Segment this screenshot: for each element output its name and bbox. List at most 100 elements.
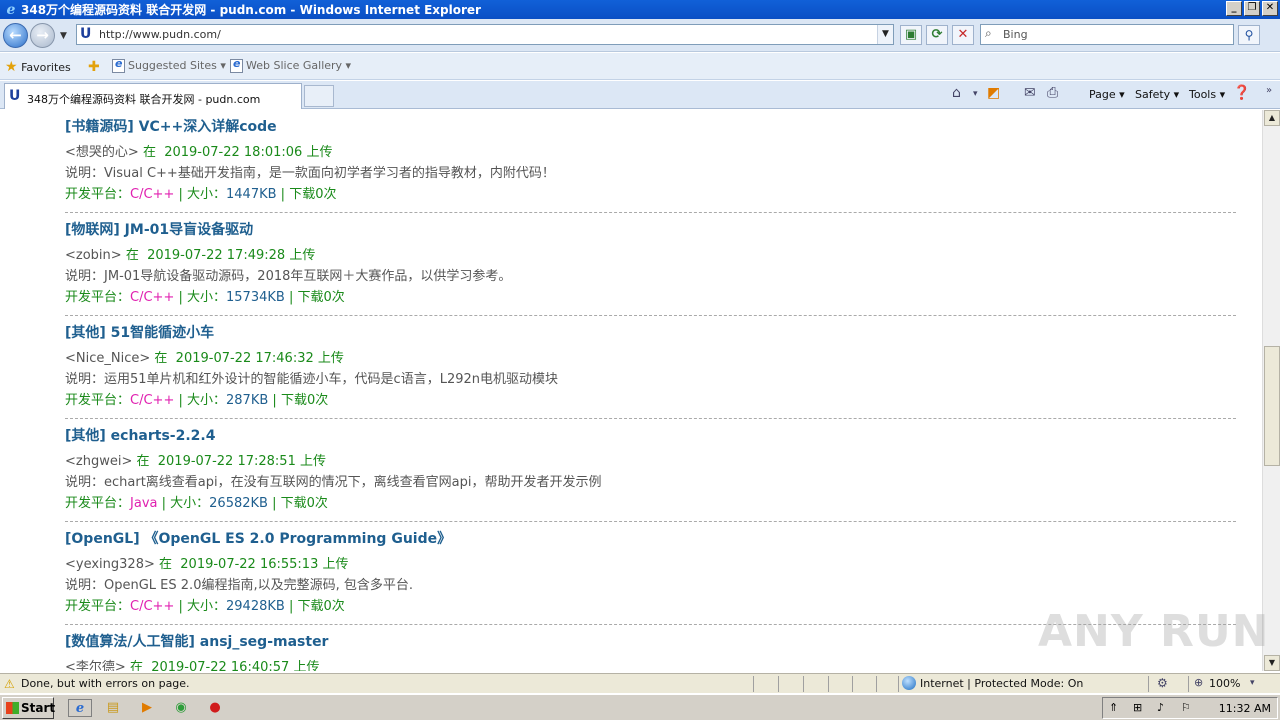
stop-icon[interactable]: ✕ (952, 25, 974, 45)
entry-name-link[interactable]: 《OpenGL ES 2.0 Programming Guide》 (144, 531, 451, 547)
security-zone[interactable]: Internet | Protected Mode: On (920, 677, 1083, 690)
entry-name-link[interactable]: echarts-2.2.4 (111, 428, 216, 444)
search-button-icon[interactable]: ⚲ (1238, 25, 1260, 45)
entry-name-link[interactable]: ansj_seg-master (200, 634, 329, 650)
tray-expand-icon[interactable]: ⇑ (1109, 701, 1118, 714)
web-slice-gallery-label: Web Slice Gallery ▾ (246, 59, 352, 72)
media-player-icon[interactable]: ▶ (138, 699, 156, 717)
ie-taskbar-icon[interactable]: e (68, 699, 92, 717)
size-label: 大小： (170, 496, 210, 511)
new-tab-button[interactable] (304, 85, 334, 107)
refresh-icon[interactable]: ⟳ (926, 25, 948, 45)
minimize-button[interactable]: _ (1226, 1, 1242, 16)
entry-category-link[interactable]: [其他] (65, 325, 106, 341)
action-center-flag-icon[interactable]: ⚐ (1181, 701, 1191, 714)
status-bar: ⚠ Done, but with errors on page. Interne… (0, 673, 1280, 693)
entry-author-link[interactable]: <zobin> (65, 248, 122, 263)
address-bar[interactable]: U http://www.pudn.com/ ▼ (76, 24, 894, 45)
anyrun-watermark: ANY RUN (1038, 606, 1270, 657)
suggested-sites-link[interactable]: Suggested Sites ▾ (112, 57, 226, 73)
clock[interactable]: 11:32 AM (1219, 702, 1271, 715)
zoom-icon[interactable]: ⊕ (1194, 676, 1203, 689)
entry-category-link[interactable]: [书籍源码] (65, 119, 134, 135)
recent-pages-dropdown-icon[interactable]: ▼ (60, 31, 67, 41)
volume-icon[interactable]: ♪ (1157, 701, 1164, 714)
entry-category-link[interactable]: [物联网] (65, 222, 120, 238)
restore-button[interactable]: ❐ (1244, 1, 1260, 16)
read-mail-icon[interactable]: ✉ (1024, 85, 1036, 101)
home-icon[interactable]: ⌂ (952, 85, 961, 101)
address-url[interactable]: http://www.pudn.com/ (99, 28, 221, 41)
separator: | (174, 599, 187, 614)
platform-link[interactable]: Java (130, 496, 157, 511)
entry-title[interactable]: [书籍源码] VC++深入详解code (65, 118, 1236, 144)
start-button[interactable]: Start (2, 697, 55, 719)
warning-icon[interactable]: ⚠ (4, 677, 15, 691)
entry-title[interactable]: [物联网] JM-01导盲设备驱动 (65, 221, 1236, 247)
entry-datetime: 2019-07-22 17:49:28 (147, 248, 286, 263)
scroll-thumb[interactable] (1264, 346, 1280, 466)
entry-author-link[interactable]: <李尔德> (65, 660, 126, 671)
address-dropdown-icon[interactable]: ▼ (877, 25, 893, 44)
platform-link[interactable]: C/C++ (130, 187, 174, 202)
downloads-value: 0次 (315, 187, 337, 202)
entry-name-link[interactable]: JM-01导盲设备驱动 (125, 222, 253, 238)
entry-category-link[interactable]: [数值算法/人工智能] (65, 634, 195, 650)
entry-author-link[interactable]: <想哭的心> (65, 145, 139, 160)
page-menu[interactable]: Page ▾ (1089, 88, 1125, 101)
search-placeholder[interactable]: Bing (1003, 28, 1028, 41)
tab-pudn[interactable]: U 348万个编程源码资料 联合开发网 - pudn.com (4, 83, 302, 109)
close-window-button[interactable]: ✕ (1262, 1, 1278, 16)
entry-category-link[interactable]: [OpenGL] (65, 531, 140, 547)
entry-title[interactable]: [其他] echarts-2.2.4 (65, 427, 1236, 453)
platform-link[interactable]: C/C++ (130, 599, 174, 614)
home-dropdown-icon[interactable]: ▾ (973, 89, 978, 99)
compatibility-view-icon[interactable]: ▣ (900, 25, 922, 45)
chrome-icon[interactable]: ◉ (172, 699, 190, 717)
desc-text: Visual C++基础开发指南，是一款面向初学者学习者的指导教材，内附代码！ (104, 166, 555, 181)
downloads-label: 下载 (280, 496, 307, 511)
platform-link[interactable]: C/C++ (130, 290, 174, 305)
safety-menu[interactable]: Safety ▾ (1135, 88, 1179, 101)
downloads-value: 0次 (306, 496, 328, 511)
search-box[interactable]: ⌕ Bing (980, 24, 1234, 45)
vertical-scrollbar[interactable]: ▲ ▼ (1262, 110, 1280, 671)
more-chevron-icon[interactable]: » (1266, 85, 1272, 96)
protected-mode-icon[interactable]: ⚙ (1157, 676, 1168, 690)
platform-link[interactable]: C/C++ (130, 393, 174, 408)
scroll-up-icon[interactable]: ▲ (1264, 110, 1280, 126)
entry-title[interactable]: [OpenGL] 《OpenGL ES 2.0 Programming Guid… (65, 530, 1236, 556)
suggested-sites-label: Suggested Sites ▾ (128, 59, 226, 72)
entry-category-link[interactable]: [其他] (65, 428, 106, 444)
separator: | (157, 496, 171, 511)
list-item: [其他] 51智能循迹小车 <Nice_Nice> 在 2019-07-22 17… (65, 324, 1236, 419)
entry-description: 说明：运用51单片机和红外设计的智能循迹小车，代码是c语言，L292n电机驱动模… (65, 371, 1236, 392)
web-slice-gallery-link[interactable]: Web Slice Gallery ▾ (230, 57, 352, 73)
page-icon (230, 57, 243, 73)
entry-author-link[interactable]: <yexing328> (65, 557, 155, 572)
network-icon[interactable]: ⊞ (1133, 701, 1142, 714)
zoom-dropdown-icon[interactable]: ▾ (1250, 678, 1255, 688)
zoom-level[interactable]: 100% (1209, 677, 1240, 690)
add-to-favorites-icon[interactable]: ✚ (88, 59, 100, 75)
entry-name-link[interactable]: VC++深入详解code (139, 119, 277, 135)
entry-author-link[interactable]: <Nice_Nice> (65, 351, 150, 366)
print-icon[interactable]: ⎙ (1047, 85, 1058, 101)
explorer-folder-icon[interactable]: ▤ (104, 699, 122, 717)
tools-menu[interactable]: Tools ▾ (1189, 88, 1225, 101)
status-message[interactable]: Done, but with errors on page. (21, 677, 190, 690)
help-icon[interactable]: ❓ (1233, 85, 1250, 101)
forward-button[interactable]: → (30, 23, 55, 48)
entry-name-link[interactable]: 51智能循迹小车 (111, 325, 214, 341)
entry-datetime: 2019-07-22 17:28:51 (157, 454, 296, 469)
size-value: 1447KB (226, 187, 277, 202)
entry-meta: <李尔德> 在 2019-07-22 16:40:57 上传 (65, 659, 1236, 671)
entry-author-link[interactable]: <zhgwei> (65, 454, 132, 469)
internet-zone-icon (902, 676, 916, 690)
feeds-icon[interactable]: ◩ (987, 85, 1000, 101)
favorites-button[interactable]: ★ Favorites (5, 59, 71, 75)
scroll-down-icon[interactable]: ▼ (1264, 655, 1280, 671)
back-button[interactable]: ← (3, 23, 28, 48)
entry-title[interactable]: [其他] 51智能循迹小车 (65, 324, 1236, 350)
security-app-icon[interactable]: ● (206, 699, 224, 717)
